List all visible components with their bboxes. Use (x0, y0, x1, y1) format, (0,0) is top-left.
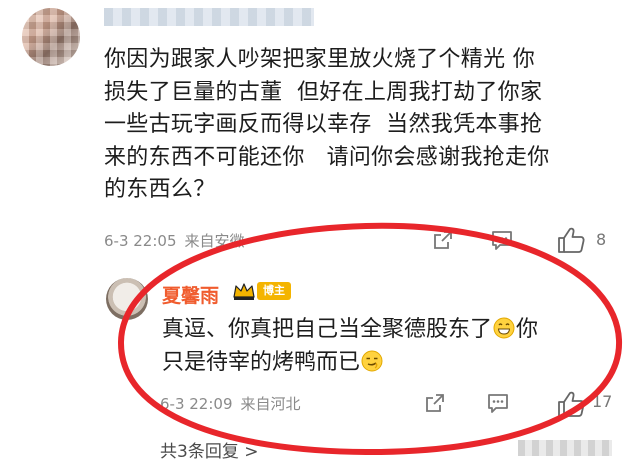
commenter-username-blurred[interactable] (104, 8, 314, 26)
reply-text-part1: 真逗、你真把自己当全聚德股东了 (162, 317, 493, 342)
thumbs-up-icon[interactable] (556, 226, 586, 258)
grin-emoji (493, 316, 515, 339)
view-more-replies-link[interactable]: 共3条回复 > (160, 437, 258, 460)
reply-location: 来自河北 (240, 395, 301, 413)
reply-actions: 17 (424, 391, 616, 419)
comment-icon[interactable] (490, 229, 514, 255)
thumbs-up-icon[interactable] (556, 390, 586, 422)
like-count: 8 (596, 230, 607, 249)
watermark-blurred (518, 440, 612, 456)
comment-actions: 8 (432, 226, 616, 254)
like-count: 17 (592, 392, 613, 411)
reply-username[interactable]: 夏馨雨 (162, 281, 219, 308)
reply-time: 6-3 22:09 (160, 395, 233, 413)
comment-text: 你因为跟家人吵架把家里放火烧了个精光 你 损失了巨量的古董 但好在上周我打劫了你… (104, 47, 550, 202)
author-badge: 博主 (257, 282, 291, 300)
comment-meta: 6-3 22:05 来自安徽 (104, 230, 245, 251)
reply-text: 真逗、你真把自己当全聚德股东了你 只是待宰的烤鸭而已 (162, 313, 602, 379)
commenter-avatar[interactable] (22, 8, 80, 66)
comment-location: 来自安徽 (184, 232, 245, 250)
reply-avatar[interactable] (106, 278, 148, 320)
comment-time: 6-3 22:05 (104, 232, 177, 250)
sly-emoji (361, 349, 383, 372)
crown-icon (232, 281, 256, 305)
avatar-mosaic (22, 8, 80, 66)
share-icon[interactable] (432, 229, 454, 255)
comment-icon[interactable] (486, 392, 510, 418)
share-icon[interactable] (424, 392, 446, 418)
reply-meta: 6-3 22:09 来自河北 (160, 393, 301, 414)
